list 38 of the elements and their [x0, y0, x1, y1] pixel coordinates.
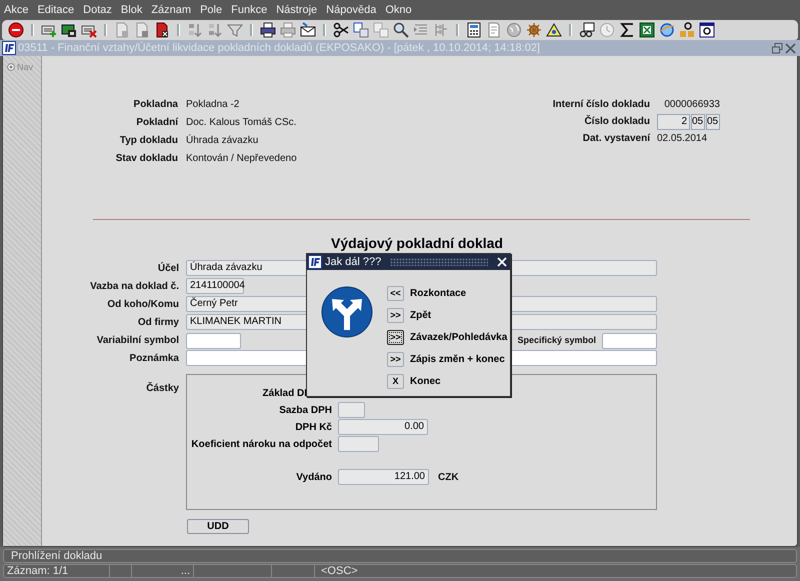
field-label: Vazba na doklad č.: [89, 280, 179, 294]
option-label: Zpět: [410, 310, 432, 321]
field-label: Specifický symbol: [517, 334, 596, 347]
field-label: Číslo dokladu: [583, 114, 650, 129]
mode-indicator: <OSC>: [320, 565, 359, 577]
field-label: Poznámka: [128, 352, 179, 366]
option-label: Rozkontace: [410, 288, 466, 299]
field-label: Sazba DPH: [278, 404, 332, 416]
option-label: Konec: [410, 376, 441, 387]
field-label: Variabilní symbol: [96, 334, 179, 348]
dialog-title: Jak dál ???: [325, 256, 382, 268]
field-label: Interní číslo dokladu: [552, 98, 650, 112]
option-label: Závazek/Pohledávka: [410, 332, 508, 343]
field-label: DPH Kč: [294, 422, 332, 432]
field-label: Vydáno: [295, 472, 332, 482]
field-label: Pokladní: [135, 116, 178, 130]
field-label: Od firmy: [136, 316, 179, 330]
field-label: Částky: [145, 381, 179, 396]
status-message: Prohlížení dokladu: [3, 549, 797, 563]
field-label: Dat. vystavení: [582, 132, 650, 146]
field-label: Koeficient nároku na odpočet: [190, 438, 332, 450]
field-value: Doc. Kalous Tomáš CSc.: [186, 116, 297, 130]
field-value: 0000066933: [663, 98, 720, 112]
field-value: Kontován / Nepřevedeno: [186, 152, 297, 166]
form-title: Výdajový pokladní doklad: [330, 235, 504, 251]
window-title: 03511 - Finanční vztahy/Účetní likvidace pokladních dokladů (EKPOSAKO) - [pátek , 10.10.2014; 14:18:02]: [18, 42, 541, 54]
option-label: Zápis změn + konec: [410, 354, 505, 365]
field-label: Stav dokladu: [114, 152, 178, 166]
field-label: Typ dokladu: [118, 134, 178, 148]
status-ellipsis: ...: [132, 565, 194, 577]
field-value: Úhrada závazku: [186, 133, 260, 148]
field-label: Pokladna: [132, 98, 178, 112]
field-label: Od koho/Komu: [106, 298, 179, 312]
field-label: Účel: [156, 261, 179, 276]
record-counter: Záznam: 1/1: [4, 565, 110, 577]
field-value: Pokladna -2: [186, 98, 240, 112]
field-value: 02.05.2014: [657, 132, 708, 146]
currency-label: CZK: [438, 470, 459, 484]
